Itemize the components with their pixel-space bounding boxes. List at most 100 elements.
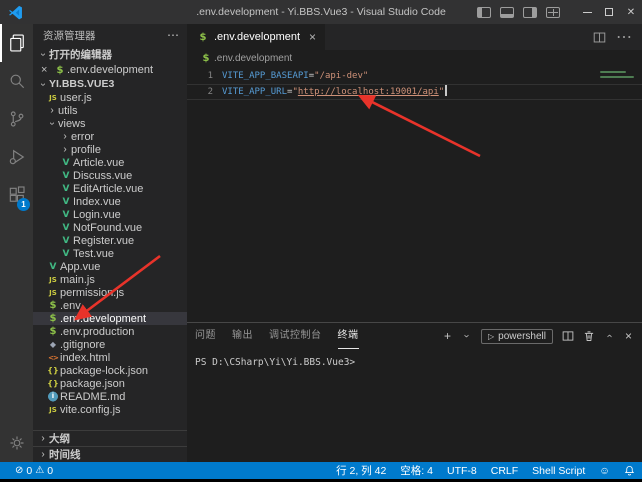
split-editor-icon[interactable] bbox=[593, 31, 606, 44]
eol-setting[interactable]: CRLF bbox=[484, 465, 525, 477]
more-actions-icon[interactable]: ⋯ bbox=[616, 27, 632, 47]
kill-terminal-trash-icon[interactable] bbox=[583, 330, 595, 342]
open-editors-section[interactable]: › 打开的编辑器 bbox=[33, 46, 187, 63]
tree-item-Article.vue[interactable]: VArticle.vue bbox=[33, 156, 187, 169]
tree-item-Test.vue[interactable]: VTest.vue bbox=[33, 247, 187, 260]
maximize-icon bbox=[605, 8, 613, 16]
terminal-content[interactable]: PS D:\CSharp\Yi\Yi.BBS.Vue3> bbox=[187, 349, 642, 462]
minimap[interactable] bbox=[596, 68, 640, 81]
tree-item-user.js[interactable]: JSuser.js bbox=[33, 91, 187, 104]
customize-layout-icon[interactable] bbox=[546, 7, 560, 18]
search-icon[interactable] bbox=[0, 62, 33, 100]
chevron-expanded-icon: › bbox=[47, 118, 58, 130]
timeline-section[interactable]: › 时间线 bbox=[33, 446, 187, 462]
tree-item-NotFound.vue[interactable]: VNotFound.vue bbox=[33, 221, 187, 234]
maximize-button[interactable] bbox=[598, 0, 620, 24]
code-editor[interactable]: 1VITE_APP_BASEAPI="/api-dev" 2VITE_APP_U… bbox=[187, 66, 642, 322]
settings-gear-icon[interactable] bbox=[0, 424, 33, 462]
tree-item-EditArticle.vue[interactable]: VEditArticle.vue bbox=[33, 182, 187, 195]
tree-item-label: Test.vue bbox=[73, 248, 114, 260]
cursor-position[interactable]: 行 2, 列 42 bbox=[329, 463, 393, 478]
tree-item-App.vue[interactable]: VApp.vue bbox=[33, 260, 187, 273]
new-terminal-button[interactable]: + bbox=[444, 330, 451, 342]
toggle-secondary-sidebar-icon[interactable] bbox=[523, 7, 537, 18]
breadcrumb[interactable]: $ .env.development bbox=[187, 50, 642, 66]
close-editor-icon[interactable]: × bbox=[41, 64, 53, 76]
env-file-icon: $ bbox=[46, 326, 60, 337]
timeline-label: 时间线 bbox=[49, 447, 81, 462]
source-control-icon[interactable] bbox=[0, 100, 33, 138]
quote: " bbox=[439, 87, 444, 97]
run-debug-icon[interactable] bbox=[0, 138, 33, 176]
maximize-panel-icon[interactable]: › bbox=[605, 330, 615, 342]
extensions-icon[interactable]: 1 bbox=[0, 176, 33, 214]
tree-item-Discuss.vue[interactable]: VDiscuss.vue bbox=[33, 169, 187, 182]
toggle-panel-icon[interactable] bbox=[500, 7, 514, 18]
tree-item-views[interactable]: ›views bbox=[33, 117, 187, 130]
tree-item-label: .env.development bbox=[60, 313, 146, 325]
indentation-setting[interactable]: 空格: 4 bbox=[393, 463, 440, 478]
tree-item-Index.vue[interactable]: VIndex.vue bbox=[33, 195, 187, 208]
tree-item-label: index.html bbox=[60, 352, 110, 364]
tree-item-package.json[interactable]: {}package.json bbox=[33, 377, 187, 390]
language-mode[interactable]: Shell Script bbox=[525, 465, 592, 477]
js-file-icon: JS bbox=[46, 276, 60, 284]
tree-item-Register.vue[interactable]: VRegister.vue bbox=[33, 234, 187, 247]
outline-section[interactable]: › 大纲 bbox=[33, 430, 187, 446]
panel-tab-终端[interactable]: 终端 bbox=[338, 323, 359, 349]
tree-item-.env.development[interactable]: $.env.development bbox=[33, 312, 187, 325]
shell-selector[interactable]: ▷ powershell bbox=[481, 329, 553, 344]
explorer-icon[interactable] bbox=[0, 24, 33, 62]
json-file-icon: {} bbox=[46, 366, 60, 375]
tab-env-development[interactable]: $ .env.development × bbox=[187, 24, 326, 50]
env-key: VITE_APP_URL bbox=[222, 87, 287, 97]
open-editor-item[interactable]: × $ .env.development bbox=[33, 63, 187, 77]
error-icon: ⊘ bbox=[15, 465, 23, 476]
open-editor-label: .env.development bbox=[67, 64, 153, 76]
feedback-smiley-icon[interactable]: ☺ bbox=[592, 465, 617, 477]
tree-item-Login.vue[interactable]: VLogin.vue bbox=[33, 208, 187, 221]
tree-item-main.js[interactable]: JSmain.js bbox=[33, 273, 187, 286]
tree-item-profile[interactable]: ›profile bbox=[33, 143, 187, 156]
tree-item-.env[interactable]: $.env bbox=[33, 299, 187, 312]
panel-tab-调试控制台[interactable]: 调试控制台 bbox=[269, 323, 322, 349]
panel-tab-输出[interactable]: 输出 bbox=[232, 323, 253, 349]
tree-item-vite.config.js[interactable]: JSvite.config.js bbox=[33, 403, 187, 416]
editor-tab-bar: $ .env.development × ⋯ bbox=[187, 24, 642, 50]
toggle-sidebar-icon[interactable] bbox=[477, 7, 491, 18]
problems-status[interactable]: ⊘ 0 ⚠ 0 bbox=[8, 465, 60, 477]
text-cursor bbox=[445, 85, 447, 96]
project-section[interactable]: › YI.BBS.VUE3 bbox=[33, 77, 187, 91]
json-file-icon: {} bbox=[46, 379, 60, 388]
more-actions-icon[interactable]: ⋯ bbox=[167, 28, 179, 42]
tree-item-.env.production[interactable]: $.env.production bbox=[33, 325, 187, 338]
tree-item-package-lock.json[interactable]: {}package-lock.json bbox=[33, 364, 187, 377]
notifications-bell-icon[interactable] bbox=[617, 465, 642, 476]
tree-item-error[interactable]: ›error bbox=[33, 130, 187, 143]
file-tree: JSuser.js›utils›views›error›profileVArti… bbox=[33, 91, 187, 416]
explorer-sidebar: 资源管理器 ⋯ › 打开的编辑器 × $ .env.development › … bbox=[33, 24, 187, 462]
tree-item-label: Index.vue bbox=[73, 196, 121, 208]
tree-item-index.html[interactable]: <>index.html bbox=[33, 351, 187, 364]
close-window-button[interactable]: ✕ bbox=[620, 0, 642, 24]
terminal-panel: 问题输出调试控制台终端 + › ▷ powershell bbox=[187, 322, 642, 462]
tree-item-.gitignore[interactable]: ◆.gitignore bbox=[33, 338, 187, 351]
close-panel-icon[interactable]: × bbox=[625, 330, 632, 342]
title-bar: .env.development - Yi.BBS.Vue3 - Visual … bbox=[0, 0, 642, 24]
encoding-setting[interactable]: UTF-8 bbox=[440, 465, 484, 477]
chevron-down-icon[interactable]: › bbox=[461, 330, 471, 342]
chevron-expanded-icon: › bbox=[38, 78, 49, 90]
tree-item-label: Login.vue bbox=[73, 209, 121, 221]
panel-tab-问题[interactable]: 问题 bbox=[195, 323, 216, 349]
tree-item-permission.js[interactable]: JSpermission.js bbox=[33, 286, 187, 299]
tree-item-utils[interactable]: ›utils bbox=[33, 104, 187, 117]
split-terminal-icon[interactable] bbox=[562, 330, 574, 342]
url-link[interactable]: http://localhost:19001/api bbox=[298, 87, 439, 97]
tree-item-label: README.md bbox=[60, 391, 125, 403]
minimize-button[interactable] bbox=[576, 0, 598, 24]
vue-file-icon: V bbox=[59, 158, 73, 168]
tree-item-label: error bbox=[71, 131, 94, 143]
tree-item-README.md[interactable]: iREADME.md bbox=[33, 390, 187, 403]
window-title: .env.development - Yi.BBS.Vue3 - Visual … bbox=[196, 6, 446, 18]
tab-close-icon[interactable]: × bbox=[309, 30, 316, 44]
